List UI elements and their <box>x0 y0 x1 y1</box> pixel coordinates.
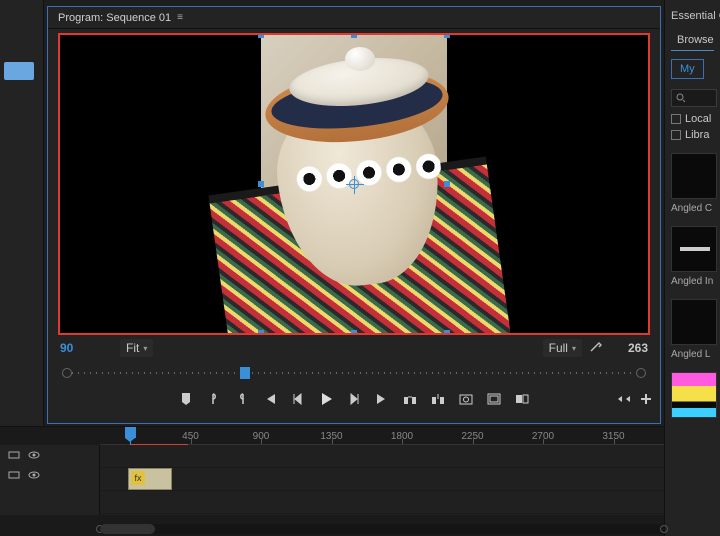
chevron-down-icon: ▾ <box>143 344 147 353</box>
checkbox-label: Libra <box>685 129 709 141</box>
my-templates-button[interactable]: My <box>671 59 704 79</box>
template-label: Angled L <box>671 349 720 360</box>
quality-label: Full <box>549 341 568 355</box>
go-to-in-button[interactable] <box>262 391 278 407</box>
zoom-handle-left[interactable] <box>62 368 72 378</box>
panel-title: Essential G <box>665 6 720 32</box>
time-ruler[interactable]: 45090013501800225027003150 <box>100 427 664 445</box>
template-label: Angled In <box>671 276 720 287</box>
video-clip[interactable]: fx <box>128 468 172 490</box>
zoom-dropdown[interactable]: Fit ▾ <box>120 339 153 357</box>
toggle-sync-icon[interactable] <box>8 449 20 461</box>
zoom-handle-right[interactable] <box>660 525 668 533</box>
quality-dropdown[interactable]: Full ▾ <box>543 339 582 357</box>
add-button-icon[interactable] <box>638 391 654 407</box>
checkbox-library[interactable]: Libra <box>671 129 720 141</box>
selection-handle[interactable] <box>351 33 357 38</box>
lift-button[interactable] <box>402 391 418 407</box>
extract-button[interactable] <box>430 391 446 407</box>
go-to-out-button[interactable] <box>374 391 390 407</box>
settings-wrench-icon[interactable] <box>588 340 602 357</box>
scrollbar-thumb[interactable] <box>100 524 155 534</box>
template-thumb[interactable] <box>671 372 717 418</box>
selection-handle[interactable] <box>444 33 450 38</box>
panel-menu-icon[interactable]: ≡ <box>177 12 183 23</box>
zoom-label: Fit <box>126 341 139 355</box>
eye-icon[interactable] <box>28 449 40 461</box>
tab-browse[interactable]: Browse <box>671 32 714 51</box>
mark-in-button[interactable] <box>206 391 222 407</box>
template-thumb[interactable] <box>671 226 717 272</box>
selection-handle[interactable] <box>258 330 264 335</box>
motion-anchor-icon[interactable] <box>349 179 359 189</box>
timeline-tracks[interactable]: fx <box>100 445 664 515</box>
safe-margins-button[interactable] <box>486 391 502 407</box>
program-monitor-panel: Program: Sequence 01 ≡ <box>47 6 661 424</box>
zoom-handle-right[interactable] <box>636 368 646 378</box>
transport-controls <box>48 381 660 413</box>
program-header[interactable]: Program: Sequence 01 ≡ <box>48 7 660 29</box>
selection-handle[interactable] <box>258 181 264 187</box>
program-viewer[interactable] <box>58 33 650 335</box>
timeline-scrollbar[interactable] <box>100 524 664 534</box>
mark-out-button[interactable] <box>234 391 250 407</box>
selection-handle[interactable] <box>444 181 450 187</box>
selection-handle[interactable] <box>258 33 264 38</box>
template-label: Angled C <box>671 203 720 214</box>
button-editor-icon[interactable] <box>616 391 632 407</box>
fx-badge-icon: fx <box>131 471 145 485</box>
selection-handle[interactable] <box>351 330 357 335</box>
toggle-sync-icon[interactable] <box>8 469 20 481</box>
program-scrubber[interactable] <box>62 365 646 381</box>
add-marker-button[interactable] <box>178 391 194 407</box>
video-frame[interactable] <box>261 35 447 333</box>
eye-icon[interactable] <box>28 469 40 481</box>
program-info-row: 90 Fit ▾ Full ▾ 263 <box>48 335 660 357</box>
comparison-view-button[interactable] <box>514 391 530 407</box>
template-thumb[interactable] <box>671 153 717 199</box>
step-forward-button[interactable] <box>346 391 362 407</box>
template-thumb[interactable] <box>671 299 717 345</box>
play-button[interactable] <box>318 391 334 407</box>
template-search-input[interactable] <box>671 89 717 107</box>
duration-timecode[interactable]: 263 <box>608 341 648 355</box>
scrub-playhead[interactable] <box>240 367 250 379</box>
track-header <box>0 445 100 515</box>
checkbox-local[interactable]: Local <box>671 113 720 125</box>
left-mini-tab[interactable] <box>4 62 34 80</box>
essential-graphics-panel: Essential G Browse My Local Libra Angled… <box>664 0 720 536</box>
program-title: Program: Sequence 01 <box>58 12 171 24</box>
selection-handle[interactable] <box>444 330 450 335</box>
track-toggle-row[interactable] <box>0 445 99 465</box>
timeline-panel: 45090013501800225027003150 fx <box>0 426 664 536</box>
search-icon <box>676 93 686 103</box>
track-toggle-row[interactable] <box>0 465 99 485</box>
export-frame-button[interactable] <box>458 391 474 407</box>
playhead-timecode[interactable]: 90 <box>60 341 120 355</box>
step-back-button[interactable] <box>290 391 306 407</box>
checkbox-label: Local <box>685 113 711 125</box>
chevron-down-icon: ▾ <box>572 344 576 353</box>
